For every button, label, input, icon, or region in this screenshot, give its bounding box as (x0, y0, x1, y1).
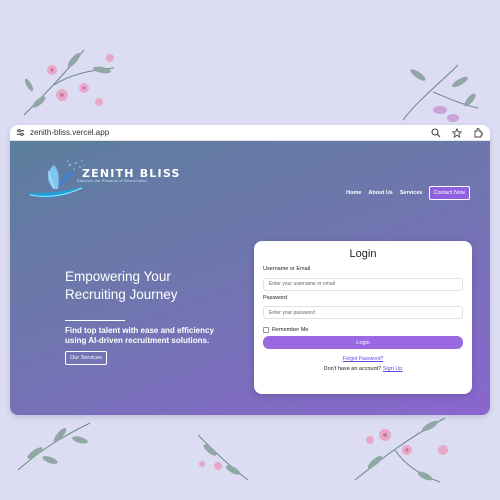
login-title: Login (349, 248, 377, 260)
password-input[interactable] (263, 306, 463, 319)
password-label: Password (263, 294, 288, 301)
login-card: Login Username or Email Password Remembe… (254, 241, 472, 394)
floral-decoration-top-left (14, 40, 124, 120)
brand-tagline: Discover the Pinnacle of Recruitment (77, 179, 147, 183)
floral-decoration-bottom-center (188, 430, 258, 485)
hero-section: Empowering Your Recruiting Journey Find … (65, 268, 225, 365)
nav-link-home[interactable]: Home (346, 190, 361, 196)
nav-link-about[interactable]: About Us (368, 190, 392, 196)
remember-me-label: Remember Me (272, 327, 309, 333)
main-nav: Home About Us Services Contact Now (339, 186, 470, 200)
tune-icon[interactable] (16, 128, 26, 138)
username-input[interactable] (263, 277, 463, 291)
flower-icon (23, 49, 115, 116)
username-label: Username or Email (263, 266, 311, 272)
login-button[interactable]: Login (263, 336, 463, 349)
remember-me-row[interactable]: Remember Me (263, 327, 463, 333)
floral-decoration-top-right (398, 60, 483, 125)
sign-up-link[interactable]: Sign Up (383, 366, 403, 372)
signup-prompt: Don't have an account? Sign Up (263, 366, 463, 372)
website-viewport: ZENITH BLISS Discover the Pinnacle of Re… (10, 141, 490, 415)
bookmark-star-icon[interactable] (451, 127, 463, 139)
address-bar: zenith-bliss.vercel.app (10, 125, 490, 141)
floral-decoration-bottom-right (345, 410, 455, 490)
no-account-text: Don't have an account? (323, 366, 382, 372)
extensions-icon[interactable] (472, 127, 484, 139)
contact-now-button[interactable]: Contact Now (428, 186, 470, 200)
leaf-branch-icon (402, 64, 479, 122)
flower-icon (354, 417, 448, 483)
our-services-button[interactable]: Our Services (65, 351, 107, 365)
url-text[interactable]: zenith-bliss.vercel.app (30, 128, 421, 137)
zoom-icon[interactable] (430, 127, 442, 139)
leaf-branch-icon (17, 422, 91, 471)
hero-divider (65, 320, 125, 321)
hero-title: Empowering Your Recruiting Journey (65, 269, 178, 302)
forgot-password-link[interactable]: Forgot Password? (263, 356, 463, 362)
hero-subtitle: Find top talent with ease and efficiency… (65, 326, 214, 345)
nav-link-services[interactable]: Services (400, 190, 423, 196)
browser-window: zenith-bliss.vercel.app ZENITH BLISS Dis… (10, 125, 490, 415)
remember-me-checkbox[interactable] (263, 327, 269, 333)
floral-decoration-bottom-left (10, 415, 100, 475)
flower-icon (197, 434, 249, 481)
